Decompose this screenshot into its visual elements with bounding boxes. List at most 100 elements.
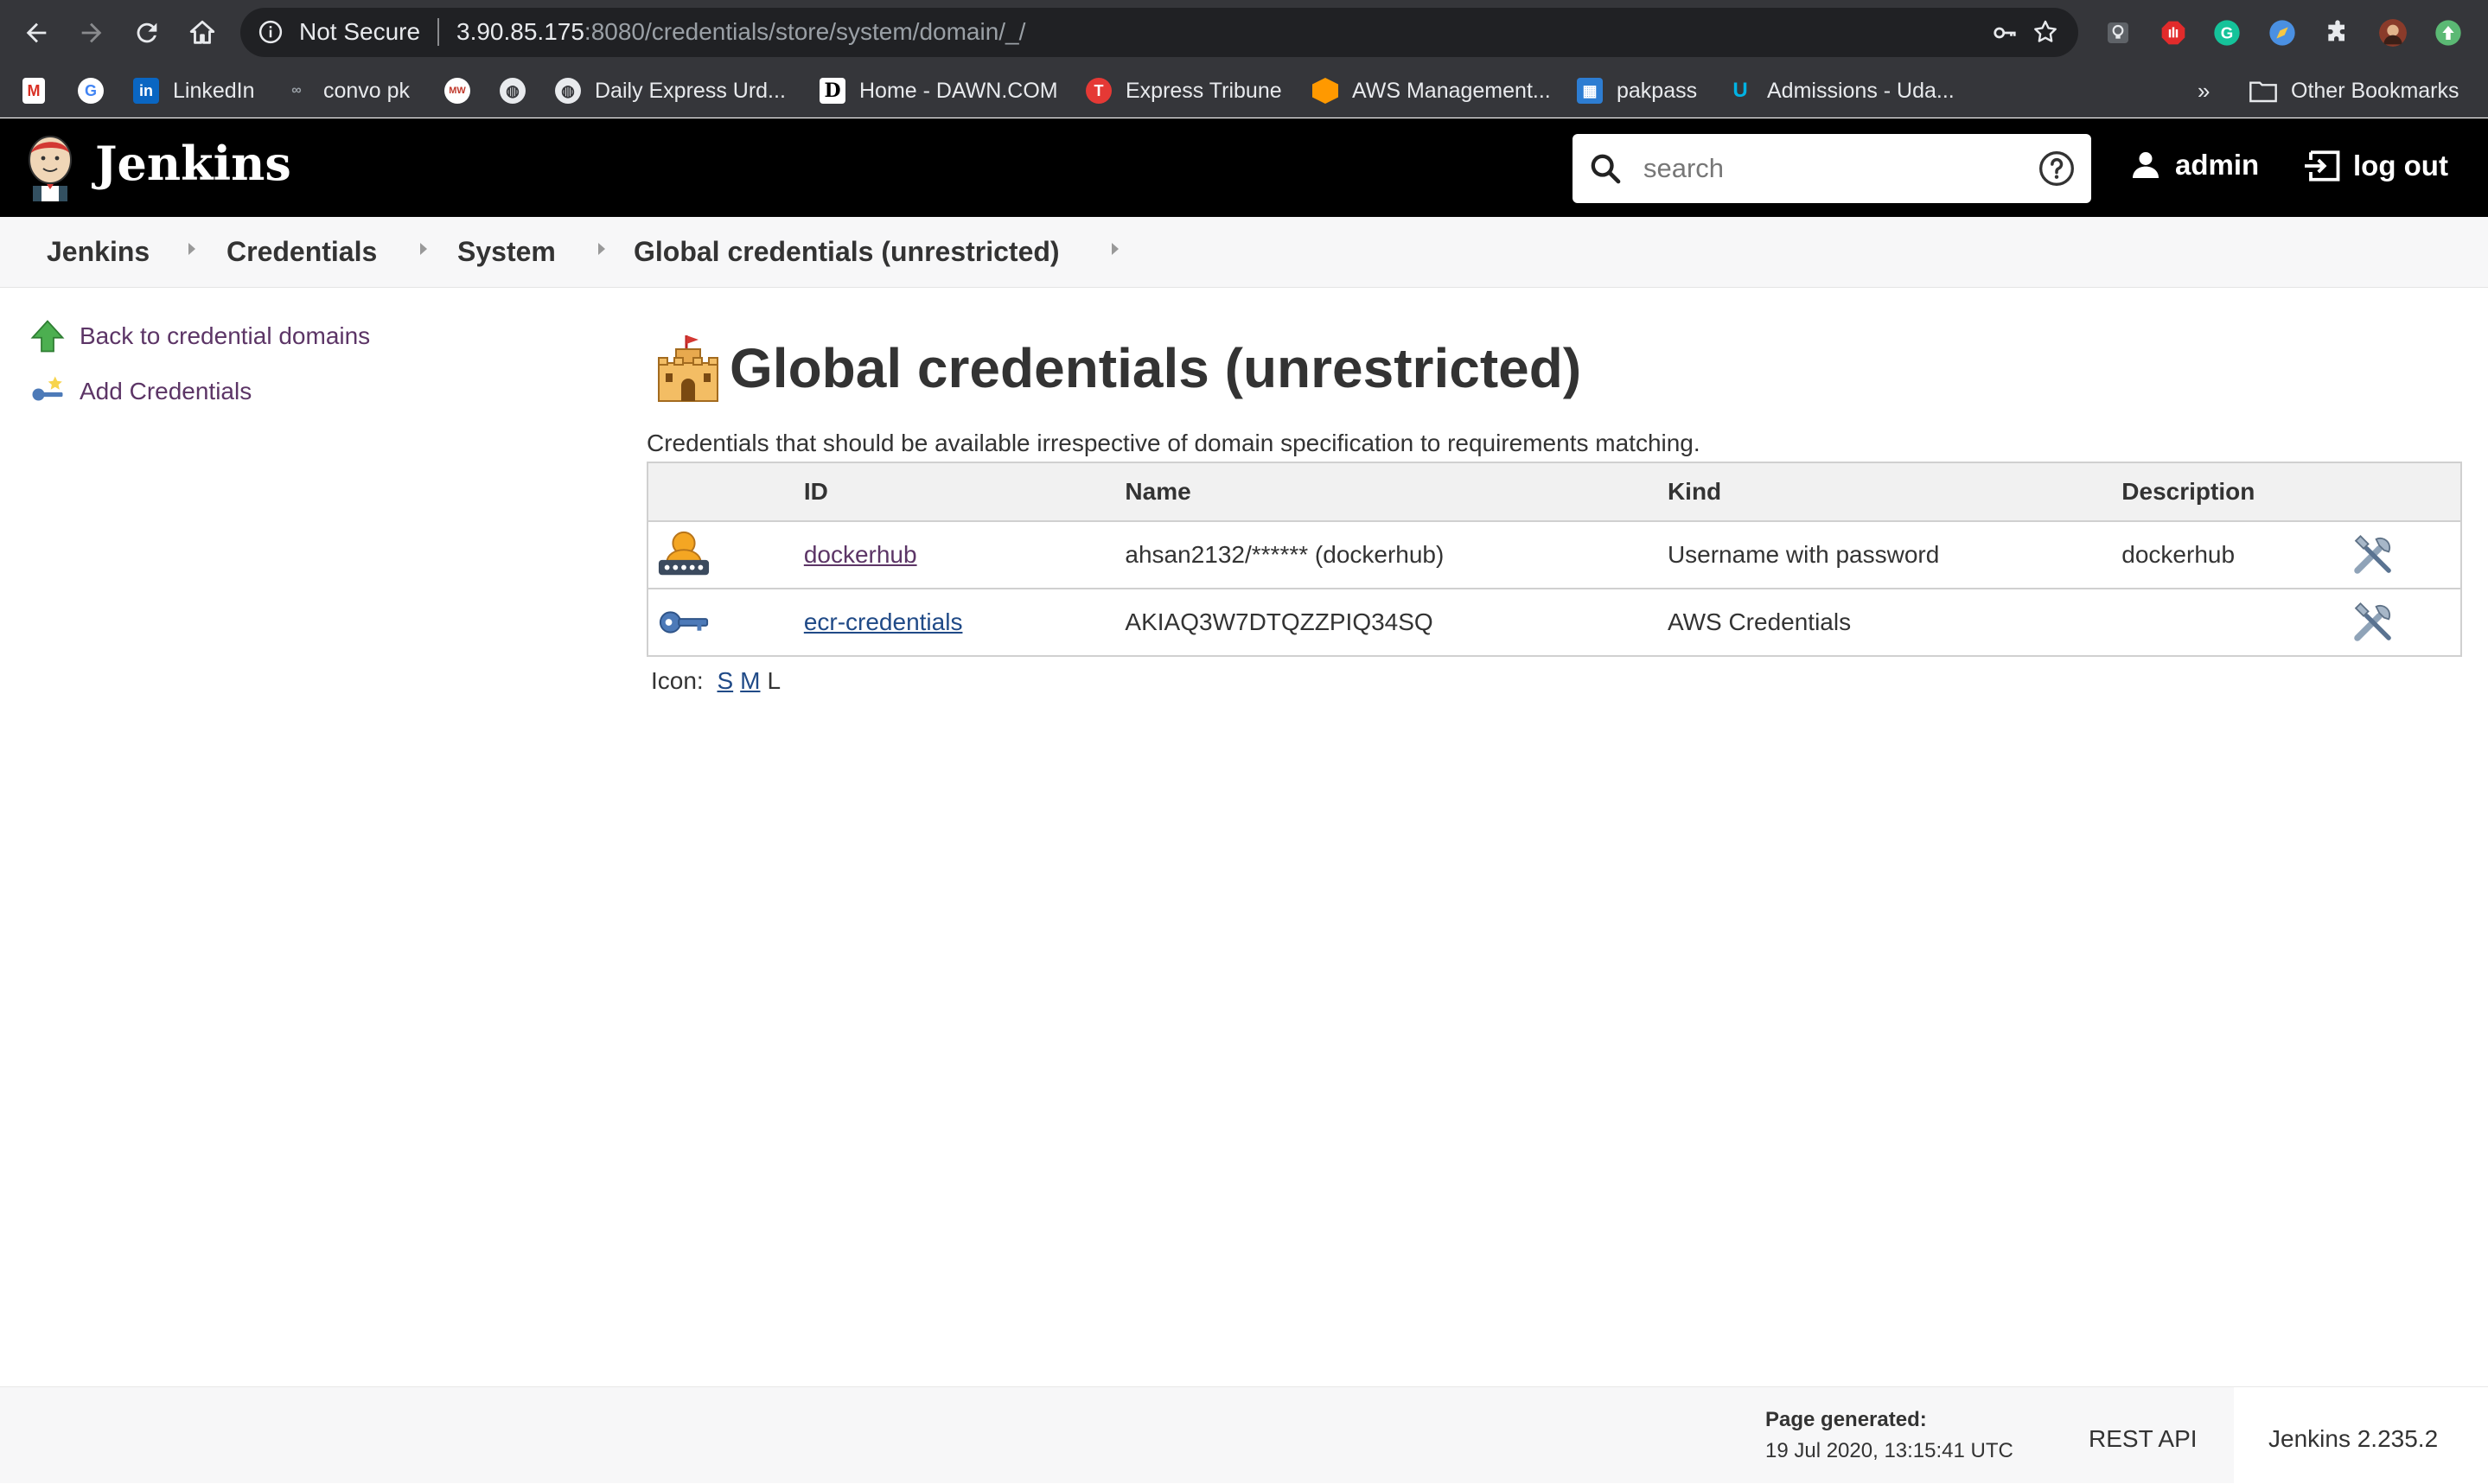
column-header-id[interactable]: ID [803,462,1126,522]
column-header-description[interactable]: Description [2121,462,2349,522]
credential-configure-cell [2348,521,2461,589]
tribune-icon: T [1086,78,1112,104]
breadcrumb-system[interactable]: System [457,236,556,268]
pakpass-icon: ▦ [1577,78,1603,104]
globe-icon: ◍ [555,78,581,104]
bookmark-label: Daily Express Urd... [595,78,786,103]
icon-size-medium-link[interactable]: M [740,667,760,694]
credential-id-link[interactable]: dockerhub [804,541,917,568]
jenkins-title[interactable]: Jenkins [95,136,291,191]
page-title: Global credentials (unrestricted) [654,332,1581,404]
configure-tools-icon[interactable] [2348,530,2398,580]
user-link[interactable]: admin [2128,148,2259,182]
bookmark-aws[interactable]: AWS Management... [1312,76,1551,105]
forward-arrow-icon[interactable] [74,16,109,50]
icon-size-large-current: L [767,667,781,694]
reload-icon[interactable] [130,16,164,50]
bookmark-dawn[interactable]: D Home - DAWN.COM [820,76,1058,105]
aws-icon [1312,78,1338,104]
user-name: admin [2175,149,2260,181]
convo-icon: ∞ [291,83,302,98]
help-icon[interactable] [2038,150,2076,188]
bookmark-label: Other Bookmarks [2291,78,2459,103]
user-password-icon [658,531,710,576]
version-panel: Jenkins 2.235.2 [2234,1387,2488,1484]
key-icon[interactable] [1992,20,2018,46]
bookmark-gmail[interactable]: M [22,76,59,105]
page-description: Credentials that should be available irr… [647,430,1700,456]
column-header-kind[interactable]: Kind [1667,462,2122,522]
adblock-extension-icon[interactable] [2159,19,2187,47]
security-label[interactable]: Not Secure [299,18,420,46]
breadcrumb-chevron-icon[interactable] [1112,243,1119,255]
bookmarks-overflow-button[interactable]: » [2198,76,2210,105]
compass-extension-icon[interactable] [2268,19,2296,47]
credential-id-link[interactable]: ecr-credentials [804,608,963,635]
bookmark-label: LinkedIn [173,78,255,103]
lightbulb-extension-icon[interactable] [2104,19,2132,47]
browser-toolbar: Not Secure 3.90.85.175:8080/credentials/… [0,0,2488,64]
search-icon [1591,154,1621,184]
breadcrumb-chevron-icon[interactable] [420,243,427,255]
back-to-credential-domains-link[interactable]: Back to credential domains [29,318,370,354]
icon-size-selector: Icon: SML [651,667,781,695]
search-input[interactable] [1643,148,2006,189]
breadcrumb-chevron-icon[interactable] [188,243,195,255]
jenkins-header: Jenkins admin log out [0,118,2488,217]
bookmark-daily-express[interactable]: ◍ Daily Express Urd... [555,76,786,105]
bookmark-linkedin[interactable]: in LinkedIn [133,76,255,105]
home-icon[interactable] [185,16,220,50]
other-bookmarks-folder[interactable]: Other Bookmarks [2249,76,2459,105]
page-footer: Page generated: 19 Jul 2020, 13:15:41 UT… [0,1386,2488,1484]
credential-configure-cell [2348,589,2461,656]
dawn-icon: D [820,78,845,104]
puzzle-extension-icon[interactable] [2324,19,2351,47]
row-icon-cell [648,589,804,656]
bookmark-google[interactable]: G [78,76,118,105]
jenkins-version-link[interactable]: Jenkins 2.235.2 [2268,1425,2438,1453]
bookmark-pakpass[interactable]: ▦ pakpass [1577,76,1697,105]
bookmark-udacity[interactable]: U Admissions - Uda... [1727,76,1954,105]
bookmark-label: Home - DAWN.COM [859,78,1058,103]
add-credentials-link[interactable]: Add Credentials [29,373,252,410]
icon-size-small-link[interactable]: S [717,667,733,694]
profile-avatar[interactable] [2379,19,2407,47]
icon-size-label: Icon: [651,667,704,694]
bookmark-express-tribune[interactable]: T Express Tribune [1086,76,1282,105]
side-task-label: Add Credentials [80,378,252,404]
logout-icon [2305,150,2340,182]
info-icon[interactable] [258,19,284,45]
bookmark-label: Express Tribune [1126,78,1282,103]
bookmark-convo-pk[interactable]: ∞ convo pk [284,76,410,105]
omnibox-divider [437,18,439,46]
breadcrumb-jenkins[interactable]: Jenkins [47,236,150,268]
credential-description-cell [2121,589,2348,656]
bookmark-globe[interactable]: ◍ [500,76,539,105]
star-icon[interactable] [2032,18,2059,46]
url-text[interactable]: 3.90.85.175:8080/credentials/store/syste… [456,18,1025,46]
search-box [1573,134,2091,203]
grammarly-extension-icon[interactable]: G [2213,19,2241,47]
address-bar[interactable]: Not Secure 3.90.85.175:8080/credentials/… [240,8,2078,57]
add-key-icon [32,376,63,401]
svg-text:G: G [2221,24,2234,42]
breadcrumb-credentials[interactable]: Credentials [226,236,377,268]
table-row: dockerhub ahsan2132/****** (dockerhub) U… [648,521,2461,589]
credential-name-cell: AKIAQ3W7DTQZZPIQ34SQ [1125,608,1433,635]
breadcrumb-global-credentials[interactable]: Global credentials (unrestricted) [634,236,1060,268]
back-arrow-icon[interactable] [19,16,54,50]
logout-link[interactable]: log out [2303,148,2448,184]
gmail-icon: M [22,78,45,104]
update-extension-icon[interactable] [2434,19,2462,47]
folder-icon [2249,81,2277,103]
breadcrumb-chevron-icon[interactable] [598,243,605,255]
credential-kind-cell: Username with password [1667,521,2122,589]
configure-tools-icon[interactable] [2348,597,2398,647]
page-generated-time: 19 Jul 2020, 13:15:41 UTC [1765,1439,2013,1462]
credentials-table: ID Name Kind Description dockerhub ahsan… [647,462,2462,657]
rest-api-link[interactable]: REST API [2089,1425,2198,1453]
column-header-actions [2348,462,2461,522]
bookmark-mw[interactable]: MW [444,76,484,105]
column-header-name[interactable]: Name [1125,462,1668,522]
jenkins-logo-icon[interactable] [22,134,78,201]
